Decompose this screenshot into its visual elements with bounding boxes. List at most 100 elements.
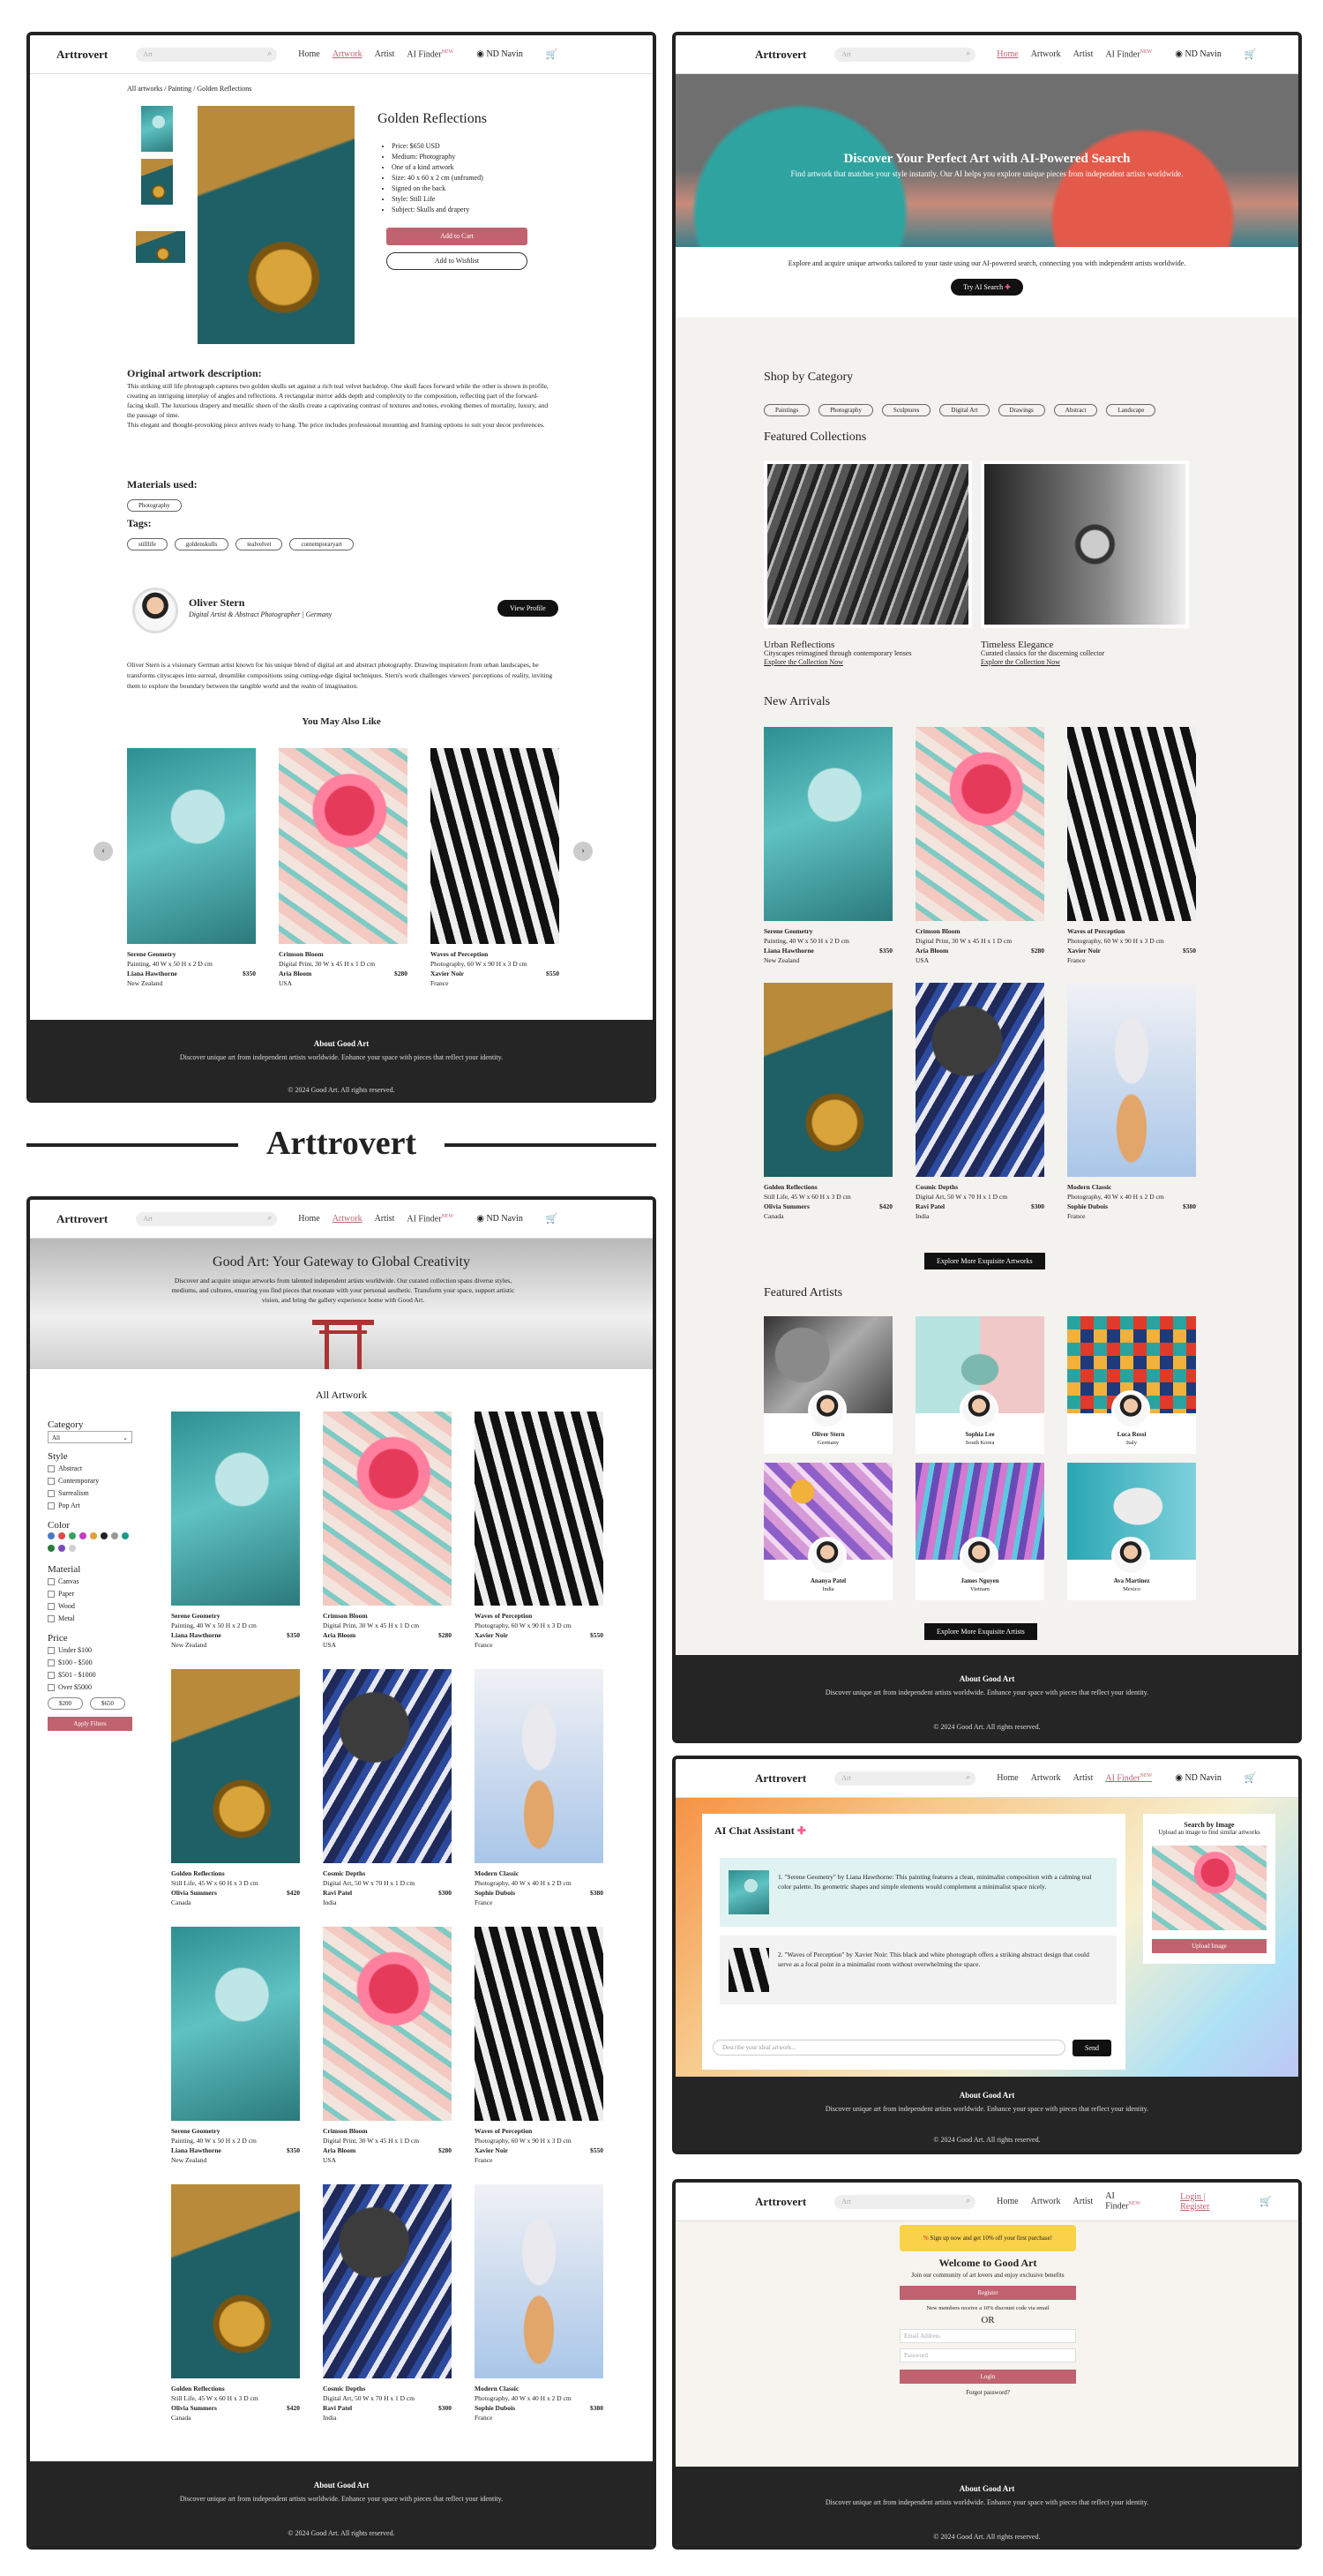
- artwork-card[interactable]: Crimson Bloom Digital Print, 30 W x 45 H …: [916, 727, 1044, 965]
- artwork-image[interactable]: [764, 983, 893, 1177]
- artwork-image[interactable]: [279, 748, 407, 944]
- color-swatch[interactable]: [48, 1545, 55, 1552]
- nav-artwork[interactable]: Artwork: [333, 49, 363, 59]
- artwork-card[interactable]: Crimson Bloom Digital Print, 30 W x 45 H …: [323, 1412, 452, 1650]
- nav-home[interactable]: Home: [298, 49, 319, 59]
- min-price-input[interactable]: $200: [48, 1697, 83, 1710]
- artwork-card[interactable]: Serene Geometry Painting, 40 W x 50 H x 2…: [127, 748, 256, 988]
- nav-ai-finder[interactable]: AI FinderNEW: [407, 49, 453, 59]
- add-to-wishlist-button[interactable]: Add to Wishlist: [386, 252, 527, 270]
- nav-artwork[interactable]: Artwork: [1031, 2197, 1061, 2206]
- nav-ai-finder[interactable]: AI FinderNEW: [1105, 2191, 1152, 2211]
- cart-icon[interactable]: 🛒: [546, 49, 558, 60]
- carousel-next-button[interactable]: ›: [573, 842, 593, 861]
- nav-home[interactable]: Home: [298, 1214, 319, 1224]
- tag-pill[interactable]: goldenskulls: [174, 538, 229, 550]
- view-profile-button[interactable]: View Profile: [497, 600, 558, 617]
- material-option[interactable]: Canvas: [48, 1576, 145, 1588]
- nav-artist[interactable]: Artist: [1073, 2197, 1094, 2206]
- artwork-card[interactable]: Cosmic Depths Digital Art, 50 W x 70 H x …: [323, 2184, 452, 2422]
- artwork-card[interactable]: Crimson Bloom Digital Print, 30 W x 45 H …: [279, 748, 407, 988]
- user-menu[interactable]: ◉ ND Navin: [1175, 49, 1222, 59]
- price-option[interactable]: $100 - $500: [48, 1657, 145, 1669]
- password-field[interactable]: Password: [900, 2348, 1076, 2363]
- artist-card[interactable]: James Nguyen Vietnam: [916, 1463, 1044, 1600]
- artwork-image[interactable]: [430, 748, 559, 944]
- artwork-card[interactable]: Golden Reflections Still Life, 45 W x 60 …: [764, 983, 893, 1221]
- color-swatch[interactable]: [90, 1532, 97, 1539]
- carousel-prev-button[interactable]: ‹: [93, 842, 113, 861]
- add-to-cart-button[interactable]: Add to Cart: [386, 228, 527, 245]
- thumbnail-3[interactable]: [136, 231, 185, 263]
- artist-card[interactable]: Sophia Lee South Korea: [916, 1316, 1044, 1454]
- price-option[interactable]: Under $100: [48, 1644, 145, 1657]
- apply-filters-button[interactable]: Apply Filters: [48, 1717, 132, 1731]
- artwork-image[interactable]: [916, 727, 1044, 921]
- artwork-image[interactable]: [475, 2184, 603, 2378]
- artwork-card[interactable]: Waves of Perception Photography, 60 W x 9…: [430, 748, 559, 988]
- cart-icon[interactable]: 🛒: [546, 1213, 558, 1224]
- max-price-input[interactable]: $650: [90, 1697, 125, 1710]
- artwork-card[interactable]: Golden Reflections Still Life, 45 W x 60 …: [171, 2184, 300, 2422]
- logo[interactable]: Arttrovert: [56, 48, 108, 62]
- artwork-image[interactable]: [171, 1927, 300, 2121]
- style-option[interactable]: Abstract: [48, 1463, 145, 1475]
- category-pill[interactable]: Sculptures: [881, 404, 931, 416]
- category-pill[interactable]: Abstract: [1053, 404, 1098, 416]
- category-pill[interactable]: Paintings: [764, 404, 811, 416]
- artwork-image[interactable]: [475, 1412, 603, 1606]
- color-swatch[interactable]: [58, 1532, 65, 1539]
- artwork-image[interactable]: [323, 1927, 452, 2121]
- material-option[interactable]: Metal: [48, 1613, 145, 1625]
- category-pill[interactable]: Photography: [818, 404, 873, 416]
- category-select[interactable]: All ⌄: [48, 1431, 132, 1443]
- cart-icon[interactable]: 🛒: [1245, 49, 1257, 60]
- color-swatch[interactable]: [69, 1532, 76, 1539]
- artwork-image[interactable]: [171, 1669, 300, 1863]
- nav-home[interactable]: Home: [997, 2197, 1018, 2206]
- style-option[interactable]: Surrealism: [48, 1487, 145, 1500]
- artwork-card[interactable]: Waves of Perception Photography, 60 W x 9…: [475, 1412, 603, 1650]
- cart-icon[interactable]: 🛒: [1259, 2196, 1272, 2207]
- chat-input[interactable]: Describe your ideal artwork...: [713, 2040, 1065, 2056]
- login-register-link[interactable]: Login | Register: [1180, 2192, 1237, 2212]
- collection-link[interactable]: Explore the Collection Now: [764, 658, 912, 667]
- artwork-image[interactable]: [1067, 727, 1196, 921]
- nav-ai-finder[interactable]: AI FinderNEW: [1105, 49, 1152, 59]
- artwork-image[interactable]: [127, 748, 256, 944]
- tag-pill[interactable]: stilllife: [127, 538, 168, 550]
- color-swatch[interactable]: [79, 1532, 86, 1539]
- send-button[interactable]: Send: [1073, 2040, 1111, 2056]
- color-swatch[interactable]: [122, 1532, 129, 1539]
- style-option[interactable]: Contemporary: [48, 1475, 145, 1487]
- artwork-card[interactable]: Cosmic Depths Digital Art, 50 W x 70 H x …: [323, 1669, 452, 1907]
- nav-home[interactable]: Home: [997, 49, 1018, 59]
- explore-artists-button[interactable]: Explore More Exquisite Artists: [924, 1623, 1037, 1640]
- artwork-card[interactable]: Cosmic Depths Digital Art, 50 W x 70 H x …: [916, 983, 1044, 1221]
- nav-artist[interactable]: Artist: [1073, 1773, 1094, 1783]
- artist-card[interactable]: Ava Martinez Mexico: [1067, 1463, 1196, 1600]
- artwork-image[interactable]: [1067, 983, 1196, 1177]
- nav-artwork[interactable]: Artwork: [1031, 49, 1061, 59]
- user-menu[interactable]: ◉ ND Navin: [476, 49, 523, 59]
- artwork-card[interactable]: Modern Classic Photography, 40 W x 40 H x…: [475, 2184, 603, 2422]
- nav-artwork[interactable]: Artwork: [333, 1214, 363, 1224]
- color-swatch[interactable]: [69, 1545, 76, 1552]
- artwork-image[interactable]: [475, 1927, 603, 2121]
- logo[interactable]: Arttrovert: [755, 2195, 806, 2209]
- artwork-card[interactable]: Golden Reflections Still Life, 45 W x 60 …: [171, 1669, 300, 1907]
- artwork-card[interactable]: Modern Classic Photography, 40 W x 40 H x…: [1067, 983, 1196, 1221]
- material-option[interactable]: Paper: [48, 1588, 145, 1600]
- collection-link[interactable]: Explore the Collection Now: [981, 658, 1104, 667]
- artwork-image[interactable]: [323, 1412, 452, 1606]
- forgot-password-link[interactable]: Forgot password?: [900, 2389, 1076, 2396]
- user-menu[interactable]: ◉ ND Navin: [1175, 1773, 1222, 1783]
- email-field[interactable]: Email Address: [900, 2329, 1076, 2343]
- artist-card[interactable]: Luca Rossi Italy: [1067, 1316, 1196, 1454]
- cart-icon[interactable]: 🛒: [1245, 1772, 1257, 1784]
- try-ai-search-button[interactable]: Try AI Search ✚: [951, 279, 1023, 296]
- artwork-card[interactable]: Waves of Perception Photography, 60 W x 9…: [475, 1927, 603, 2165]
- explore-artworks-button[interactable]: Explore More Exquisite Artworks: [924, 1253, 1045, 1269]
- logo[interactable]: Arttrovert: [56, 1212, 108, 1226]
- artist-card[interactable]: Ananya Patel India: [764, 1463, 893, 1600]
